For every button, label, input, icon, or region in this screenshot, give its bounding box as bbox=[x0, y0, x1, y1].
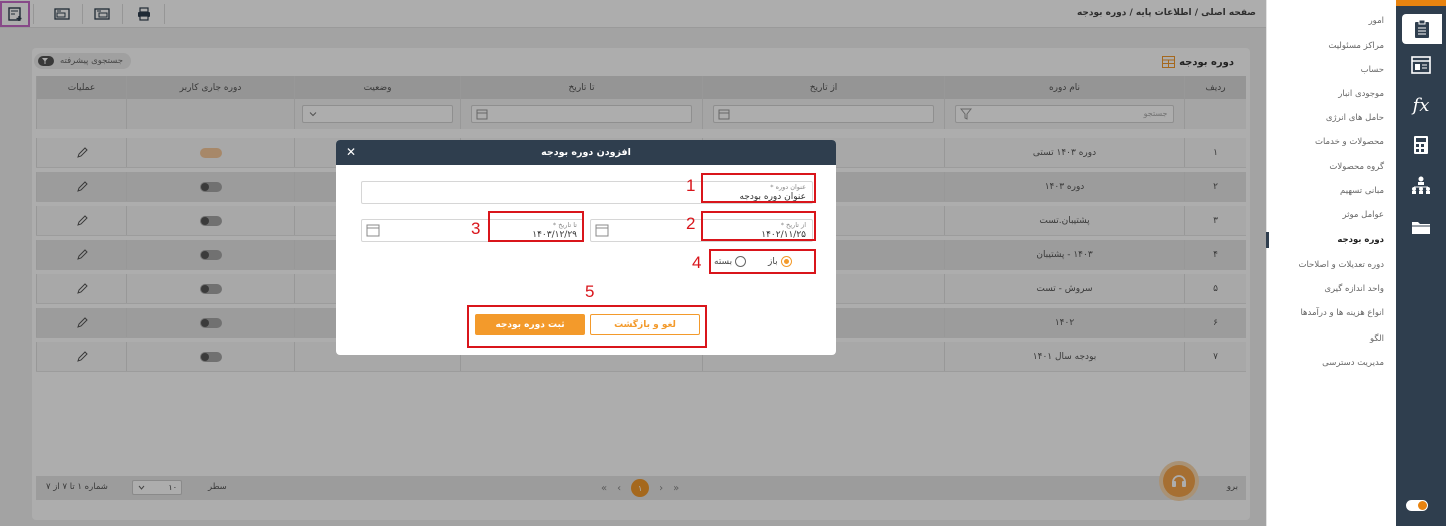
sidebar-item-access-management[interactable]: مدیریت دسترسی bbox=[1322, 358, 1384, 368]
dialog-header: افزودن دوره بودجه ✕ bbox=[336, 140, 836, 165]
sidebar-item-product-groups[interactable]: گروه محصولات bbox=[1329, 162, 1384, 172]
annotation-number-3: 3 bbox=[471, 219, 481, 238]
calendar-icon[interactable] bbox=[595, 223, 609, 237]
list-icon[interactable] bbox=[1396, 50, 1446, 80]
sidebar-item-allocation-bases[interactable]: مبانی تسهیم bbox=[1340, 186, 1384, 196]
sidebar-item-budget-period[interactable]: دوره بودجه bbox=[1337, 235, 1384, 245]
app-root: صفحه اصلی / اطلاعات پایه / دوره بودجه ام… bbox=[0, 0, 1446, 526]
sidebar-item-adjustment-period[interactable]: دوره تعدیلات و اصلاحات bbox=[1298, 260, 1384, 270]
folder-icon[interactable] bbox=[1396, 212, 1446, 242]
org-chart-icon[interactable] bbox=[1396, 170, 1446, 200]
sidebar-item-cost-revenue-types[interactable]: انواع هزینه ها و درآمدها bbox=[1300, 308, 1384, 318]
sidebar-item-products-services[interactable]: محصولات و خدمات bbox=[1315, 137, 1384, 147]
annotation-number-1: 1 bbox=[686, 176, 696, 195]
sidebar-item-pattern[interactable]: الگو bbox=[1370, 334, 1384, 344]
theme-toggle[interactable] bbox=[1406, 500, 1428, 511]
sidebar-item-inventory[interactable]: موجودی انبار bbox=[1338, 89, 1384, 99]
close-icon[interactable]: ✕ bbox=[346, 145, 356, 159]
annotation-box-4 bbox=[709, 249, 816, 274]
sidebar-item-effective-factors[interactable]: عوامل موثر bbox=[1342, 210, 1384, 220]
annotation-number-5: 5 bbox=[585, 282, 595, 301]
sidebar-item-energy-carriers[interactable]: حامل های انرژی bbox=[1326, 113, 1384, 123]
annotation-number-2: 2 bbox=[686, 214, 696, 233]
annotation-box-1 bbox=[701, 173, 816, 203]
calculator-icon[interactable] bbox=[1396, 130, 1446, 160]
annotation-box-3 bbox=[488, 211, 584, 242]
icon-bar-accent bbox=[1396, 0, 1446, 6]
annotation-box-2 bbox=[701, 211, 816, 241]
sidebar-item-omoor[interactable]: امور bbox=[1369, 16, 1384, 26]
annotation-number-4: 4 bbox=[692, 253, 702, 272]
calendar-icon[interactable] bbox=[366, 223, 380, 237]
clipboard-icon[interactable] bbox=[1402, 14, 1442, 44]
sidebar-active-marker bbox=[1266, 232, 1269, 248]
sidebar-item-account[interactable]: حساب bbox=[1361, 65, 1384, 75]
dialog-title: افزودن دوره بودجه bbox=[541, 147, 631, 158]
annotation-box-5 bbox=[467, 305, 707, 348]
sidebar-item-units[interactable]: واحد اندازه گیری bbox=[1324, 284, 1384, 294]
sidebar-item-responsibility-centers[interactable]: مراکز مسئولیت bbox=[1328, 41, 1384, 51]
sidebar-menu: امور مراکز مسئولیت حساب موجودی انبار حام… bbox=[1266, 0, 1396, 526]
fx-icon[interactable]: fx bbox=[1396, 90, 1446, 120]
